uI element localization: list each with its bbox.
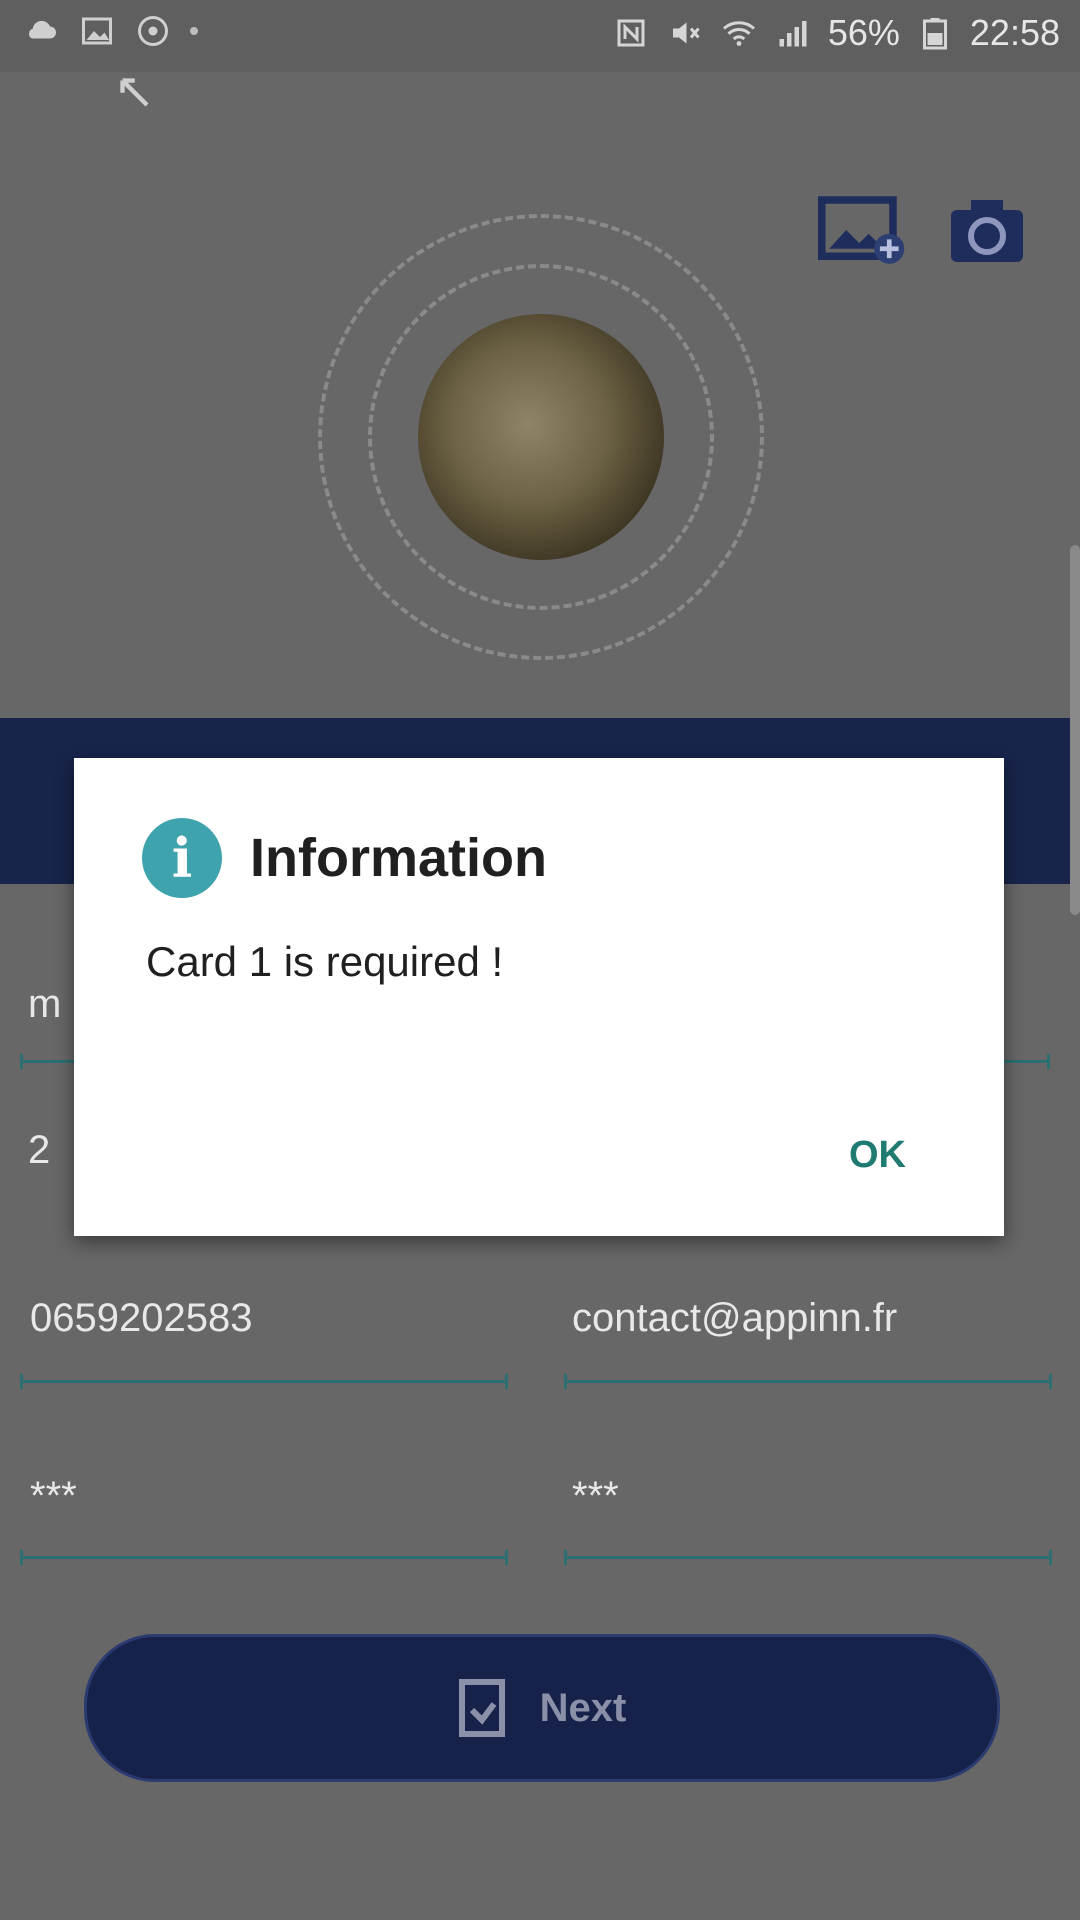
battery-icon bbox=[916, 14, 954, 52]
info-icon: i bbox=[142, 818, 222, 898]
status-left-icons bbox=[22, 12, 198, 50]
dialog-message: Card 1 is required ! bbox=[146, 938, 504, 985]
app-notification-icon bbox=[134, 12, 172, 50]
status-right-icons: 56% 22:58 bbox=[612, 12, 1060, 54]
phone-input-underline bbox=[20, 1374, 508, 1389]
mute-icon bbox=[666, 14, 704, 52]
field-partial-1[interactable]: m bbox=[28, 982, 61, 1027]
cloud-icon bbox=[22, 12, 60, 50]
back-arrow-icon[interactable] bbox=[112, 70, 154, 112]
signal-icon bbox=[774, 14, 812, 52]
dialog-header: i Information bbox=[142, 818, 547, 898]
dialog-title: Information bbox=[250, 828, 547, 888]
camera-icon[interactable] bbox=[942, 190, 1032, 270]
field-partial-2-underline bbox=[1000, 1054, 1050, 1069]
ok-button[interactable]: OK bbox=[839, 1126, 916, 1185]
scrollbar[interactable] bbox=[1070, 545, 1080, 915]
document-icon bbox=[458, 1679, 505, 1737]
password-input-underline bbox=[20, 1550, 508, 1565]
add-photo-from-gallery-icon[interactable] bbox=[818, 190, 908, 270]
field-partial-1-underline bbox=[20, 1054, 80, 1069]
avatar[interactable] bbox=[418, 314, 664, 560]
battery-percent: 56% bbox=[827, 12, 900, 53]
clock: 22:58 bbox=[969, 12, 1060, 53]
confirm-password-input[interactable]: *** bbox=[572, 1474, 619, 1519]
field-partial-2[interactable]: 2 bbox=[28, 1128, 50, 1173]
gallery-icon bbox=[78, 12, 116, 50]
photo-actions bbox=[818, 190, 1032, 270]
password-input[interactable]: *** bbox=[30, 1474, 77, 1519]
confirm-password-input-underline bbox=[564, 1550, 1052, 1565]
information-dialog: i Information Card 1 is required ! OK bbox=[74, 758, 1004, 1236]
nfc-icon bbox=[612, 14, 650, 52]
email-input[interactable]: contact@appinn.fr bbox=[572, 1296, 897, 1341]
email-input-underline bbox=[564, 1374, 1052, 1389]
next-button-label: Next bbox=[539, 1685, 627, 1730]
next-button[interactable]: Next bbox=[84, 1634, 1000, 1782]
wifi-icon bbox=[720, 14, 758, 52]
phone-input[interactable]: 0659202583 bbox=[30, 1296, 252, 1341]
status-bar: 56% 22:58 bbox=[0, 0, 1080, 72]
more-notifications-dot-icon bbox=[190, 27, 198, 35]
